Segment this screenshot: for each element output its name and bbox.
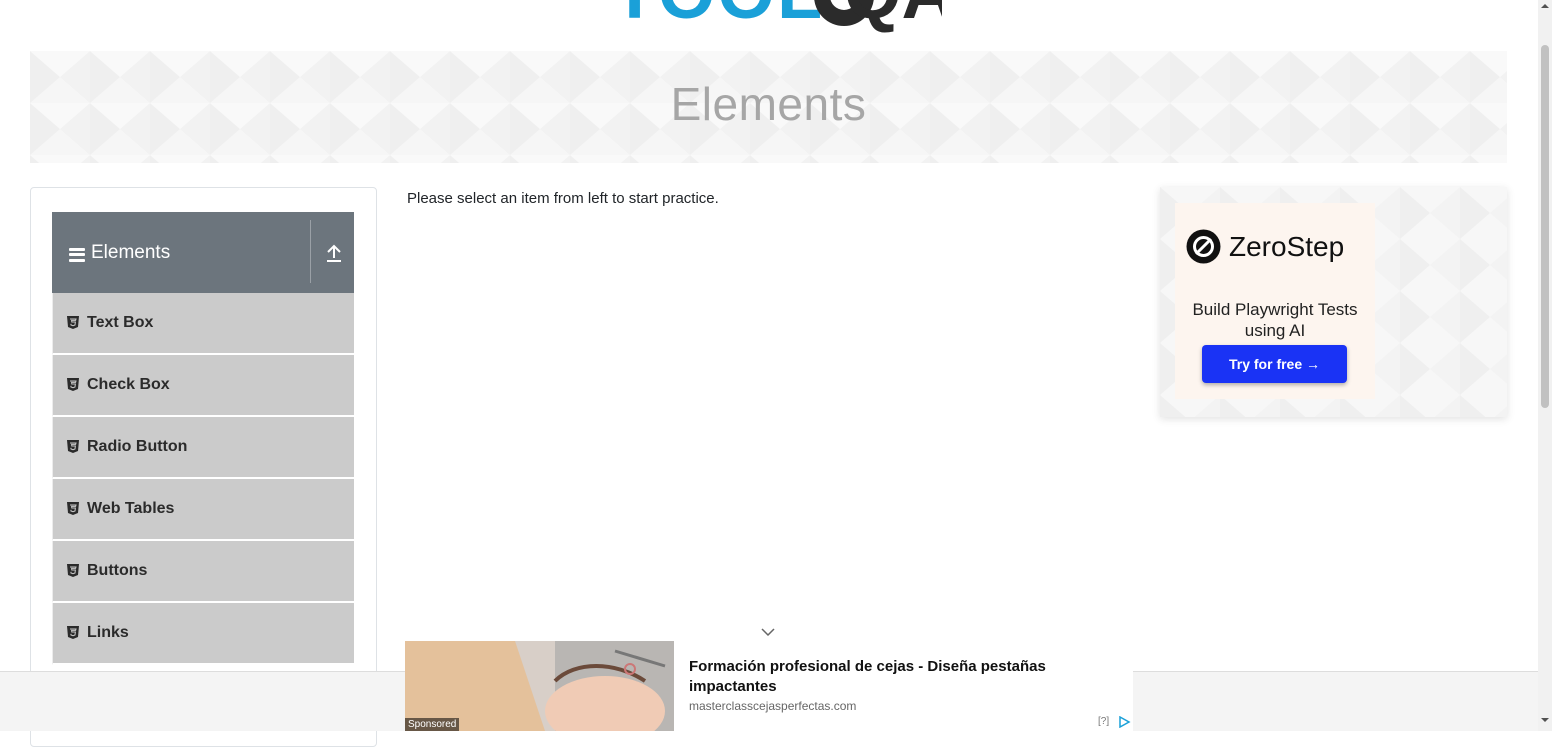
- adchoices-icon[interactable]: [1118, 716, 1131, 728]
- page-banner: Elements: [30, 51, 1507, 163]
- bottom-ad[interactable]: Sponsored Formación profesional de cejas…: [405, 641, 1133, 731]
- sidebar-item-links[interactable]: Links: [52, 603, 354, 665]
- ad-brand-name: ZeroStep: [1229, 230, 1345, 262]
- toolsqa-logo[interactable]: TOOLS QA: [612, 0, 942, 42]
- html5-icon: [67, 377, 79, 391]
- sidebar-item-check-box[interactable]: Check Box: [52, 355, 354, 417]
- instruction-text: Please select an item from left to start…: [407, 190, 719, 207]
- ad-card[interactable]: ZeroStep Build Playwright Tests using AI…: [1175, 203, 1375, 399]
- group-header-title: Elements: [91, 241, 171, 263]
- ad-domain[interactable]: masterclasscejasperfectas.com: [689, 699, 856, 713]
- sidebar-item-label: Web Tables: [87, 500, 175, 517]
- ad-info-link[interactable]: [?]: [1098, 716, 1109, 727]
- scrollbar[interactable]: [1538, 0, 1552, 731]
- header-divider: [310, 220, 311, 283]
- sponsored-label: Sponsored: [405, 718, 460, 731]
- scroll-down-arrow-icon[interactable]: [1541, 716, 1549, 724]
- sidebar-item-text-box[interactable]: Text Box: [52, 293, 354, 355]
- sidebar-item-buttons[interactable]: Buttons: [52, 541, 354, 603]
- left-panel: Elements Text Box Check Box Radio Button…: [30, 187, 377, 747]
- html5-icon: [67, 315, 79, 329]
- sidebar-item-label: Radio Button: [87, 438, 188, 455]
- sidebar-item-label: Buttons: [87, 562, 148, 579]
- chevron-down-icon[interactable]: [760, 627, 776, 637]
- scroll-up-arrow-icon[interactable]: [1541, 2, 1549, 10]
- sidebar-item-radio-button[interactable]: Radio Button: [52, 417, 354, 479]
- page-title: Elements: [670, 78, 867, 130]
- scrollbar-thumb[interactable]: [1541, 45, 1549, 408]
- sidebar-item-label: Check Box: [87, 376, 170, 393]
- arrow-up-icon[interactable]: [324, 242, 344, 264]
- html5-icon: [67, 501, 79, 515]
- hamburger-icon: [69, 247, 85, 262]
- sidebar-item-label: Text Box: [87, 314, 154, 331]
- sidebar-item-web-tables[interactable]: Web Tables: [52, 479, 354, 541]
- ad-headline[interactable]: Formación profesional de cejas - Diseña …: [689, 657, 1089, 697]
- group-header-elements[interactable]: Elements: [52, 212, 354, 293]
- zerostep-logo-icon: [1186, 229, 1221, 264]
- html5-icon: [67, 563, 79, 577]
- logo-text-qa: QA: [844, 0, 942, 34]
- ad-tagline: Build Playwright Tests using AI: [1192, 300, 1358, 340]
- try-for-free-button[interactable]: Try for free →: [1202, 345, 1347, 383]
- menu-list: Text Box Check Box Radio Button Web Tabl…: [52, 293, 354, 665]
- html5-icon: [67, 625, 79, 639]
- sidebar-item-label: Links: [87, 624, 129, 641]
- ad-photo[interactable]: Sponsored: [405, 641, 674, 731]
- html5-icon: [67, 439, 79, 453]
- ad-brand: ZeroStep: [1186, 229, 1344, 264]
- side-ad[interactable]: ZeroStep Build Playwright Tests using AI…: [1160, 187, 1507, 417]
